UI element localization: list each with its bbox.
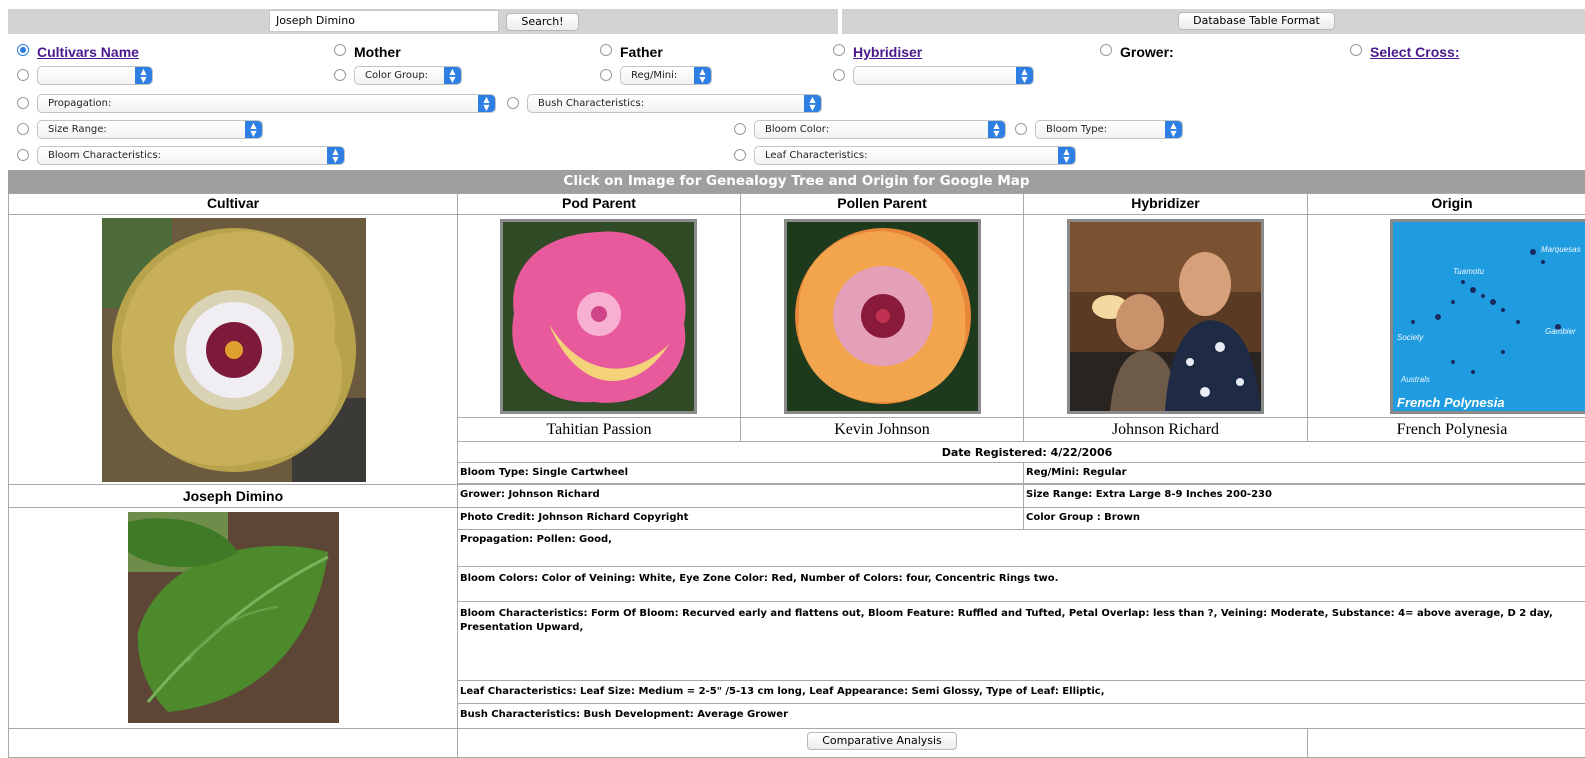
chevron-updown-icon: ▲ ▼: [1016, 67, 1033, 84]
hybridiser-select[interactable]: ▲ ▼: [853, 66, 1034, 85]
bush-characteristics-select-label: Bush Characteristics:: [538, 98, 645, 109]
grower-label: Grower:: [1120, 44, 1174, 60]
column-header-pod-parent: Pod Parent: [457, 193, 741, 215]
map-label-gambier: Gambier: [1545, 327, 1576, 336]
bloom-type-select[interactable]: Bloom Type: ▲ ▼: [1035, 120, 1183, 139]
map-label-tuamotu: Tuamotu: [1453, 267, 1485, 276]
search-button[interactable]: Search!: [506, 13, 579, 31]
hybridiser-link[interactable]: Hybridiser: [853, 44, 922, 60]
cultivar-flower-image[interactable]: [102, 218, 366, 482]
search-bar: [8, 9, 1585, 34]
bloom-color-select-label: Bloom Color:: [765, 124, 830, 135]
chevron-updown-icon: ▲ ▼: [135, 67, 152, 84]
size-range-value: Size Range: Extra Large 8-9 Inches 200-2…: [1023, 484, 1585, 508]
pod-parent-caption[interactable]: Tahitian Passion: [457, 417, 741, 442]
radio-bush-characteristics[interactable]: [507, 97, 519, 109]
radio-color-group[interactable]: [334, 69, 346, 81]
radio-propagation[interactable]: [17, 97, 29, 109]
size-range-select[interactable]: Size Range: ▲ ▼: [37, 120, 263, 139]
radio-reg-mini[interactable]: [600, 69, 612, 81]
bush-characteristics-select[interactable]: Bush Characteristics: ▲ ▼: [527, 94, 822, 113]
bloom-characteristics-select-label: Bloom Characteristics:: [48, 150, 161, 161]
reg-mini-value: Reg/Mini: Regular: [1023, 462, 1585, 484]
chevron-updown-icon: ▲ ▼: [1165, 121, 1182, 138]
hybridizer-caption[interactable]: Johnson Richard: [1023, 417, 1308, 442]
bloom-characteristics-select[interactable]: Bloom Characteristics: ▲ ▼: [37, 146, 345, 165]
search-bar-divider: [838, 9, 842, 34]
database-table-format-button[interactable]: Database Table Format: [1178, 12, 1335, 30]
map-label-society: Society: [1397, 333, 1424, 342]
radio-cultivars-name[interactable]: [17, 44, 29, 56]
pollen-parent-image[interactable]: [784, 219, 981, 414]
cultivar-select[interactable]: ▲ ▼: [37, 66, 153, 85]
column-header-origin: Origin: [1307, 193, 1585, 215]
chevron-updown-icon: ▲ ▼: [245, 121, 262, 138]
radio-bloom-color[interactable]: [734, 123, 746, 135]
map-title: French Polynesia: [1397, 395, 1505, 410]
cultivar-name: Joseph Dimino: [8, 484, 458, 508]
reg-mini-select[interactable]: Reg/Mini: ▲ ▼: [620, 66, 712, 85]
radio-mother[interactable]: [334, 44, 346, 56]
father-label: Father: [620, 44, 663, 60]
bloom-colors-value: Bloom Colors: Color of Veining: White, E…: [457, 566, 1585, 602]
bloom-type-select-label: Bloom Type:: [1046, 124, 1108, 135]
search-input[interactable]: Joseph Dimino: [269, 10, 499, 32]
bloom-characteristics-value: Bloom Characteristics: Form Of Bloom: Re…: [457, 601, 1585, 681]
map-label-marquesas: Marquesas: [1541, 245, 1581, 254]
propagation-select[interactable]: Propagation: ▲ ▼: [37, 94, 496, 113]
origin-caption[interactable]: French Polynesia: [1307, 417, 1585, 442]
bush-characteristics-value: Bush Characteristics: Bush Development: …: [457, 703, 1585, 729]
radio-father[interactable]: [600, 44, 612, 56]
chevron-updown-icon: ▲ ▼: [804, 95, 821, 112]
leaf-characteristics-value: Leaf Characteristics: Leaf Size: Medium …: [457, 680, 1585, 704]
comparative-analysis-button[interactable]: Comparative Analysis: [807, 732, 957, 750]
radio-size-range[interactable]: [17, 123, 29, 135]
color-group-select-label: Color Group:: [365, 70, 429, 81]
size-range-select-label: Size Range:: [48, 124, 107, 135]
color-group-value: Color Group : Brown: [1023, 507, 1585, 530]
pod-parent-image[interactable]: [500, 219, 697, 414]
map-label-australs: Australs: [1400, 375, 1430, 384]
chevron-updown-icon: ▲ ▼: [327, 147, 344, 164]
bloom-type-value: Bloom Type: Single Cartwheel: [457, 462, 1024, 484]
radio-bloom-type[interactable]: [1015, 123, 1027, 135]
grower-value: Grower: Johnson Richard: [457, 484, 1024, 508]
radio-leaf-characteristics[interactable]: [734, 149, 746, 161]
origin-map[interactable]: Tuamotu Marquesas Society Gambier Austra…: [1390, 219, 1585, 414]
propagation-value: Propagation: Pollen: Good,: [457, 529, 1585, 567]
chevron-updown-icon: ▲ ▼: [478, 95, 495, 112]
select-cross-link[interactable]: Select Cross:: [1370, 44, 1459, 60]
cultivars-name-link[interactable]: Cultivars Name: [37, 44, 139, 60]
pollen-parent-caption[interactable]: Kevin Johnson: [740, 417, 1024, 442]
propagation-select-label: Propagation:: [48, 98, 112, 109]
leaf-characteristics-select[interactable]: Leaf Characteristics: ▲ ▼: [754, 146, 1076, 165]
leaf-image[interactable]: [128, 512, 339, 723]
hybridizer-image[interactable]: [1067, 219, 1264, 414]
chevron-updown-icon: ▲ ▼: [694, 67, 711, 84]
radio-grower[interactable]: [1100, 44, 1112, 56]
color-group-select[interactable]: Color Group: ▲ ▼: [354, 66, 462, 85]
radio-hybridiser[interactable]: [833, 44, 845, 56]
column-header-hybridizer: Hybridizer: [1023, 193, 1308, 215]
date-registered: Date Registered: 4/22/2006: [457, 441, 1585, 463]
column-header-pollen-parent: Pollen Parent: [740, 193, 1024, 215]
column-header-cultivar: Cultivar: [8, 193, 458, 215]
radio-hybridiser-select[interactable]: [833, 69, 845, 81]
radio-cultivar-select[interactable]: [17, 69, 29, 81]
radio-select-cross[interactable]: [1350, 44, 1362, 56]
radio-bloom-characteristics[interactable]: [17, 149, 29, 161]
bloom-color-select[interactable]: Bloom Color: ▲ ▼: [754, 120, 1006, 139]
leaf-characteristics-select-label: Leaf Characteristics:: [765, 150, 868, 161]
chevron-updown-icon: ▲ ▼: [1058, 147, 1075, 164]
chevron-updown-icon: ▲ ▼: [444, 67, 461, 84]
mother-label: Mother: [354, 44, 401, 60]
photo-credit-value: Photo Credit: Johnson Richard Copyright: [457, 507, 1024, 530]
genealogy-banner: Click on Image for Genealogy Tree and Or…: [8, 170, 1585, 193]
reg-mini-select-label: Reg/Mini:: [631, 70, 678, 81]
chevron-updown-icon: ▲ ▼: [988, 121, 1005, 138]
